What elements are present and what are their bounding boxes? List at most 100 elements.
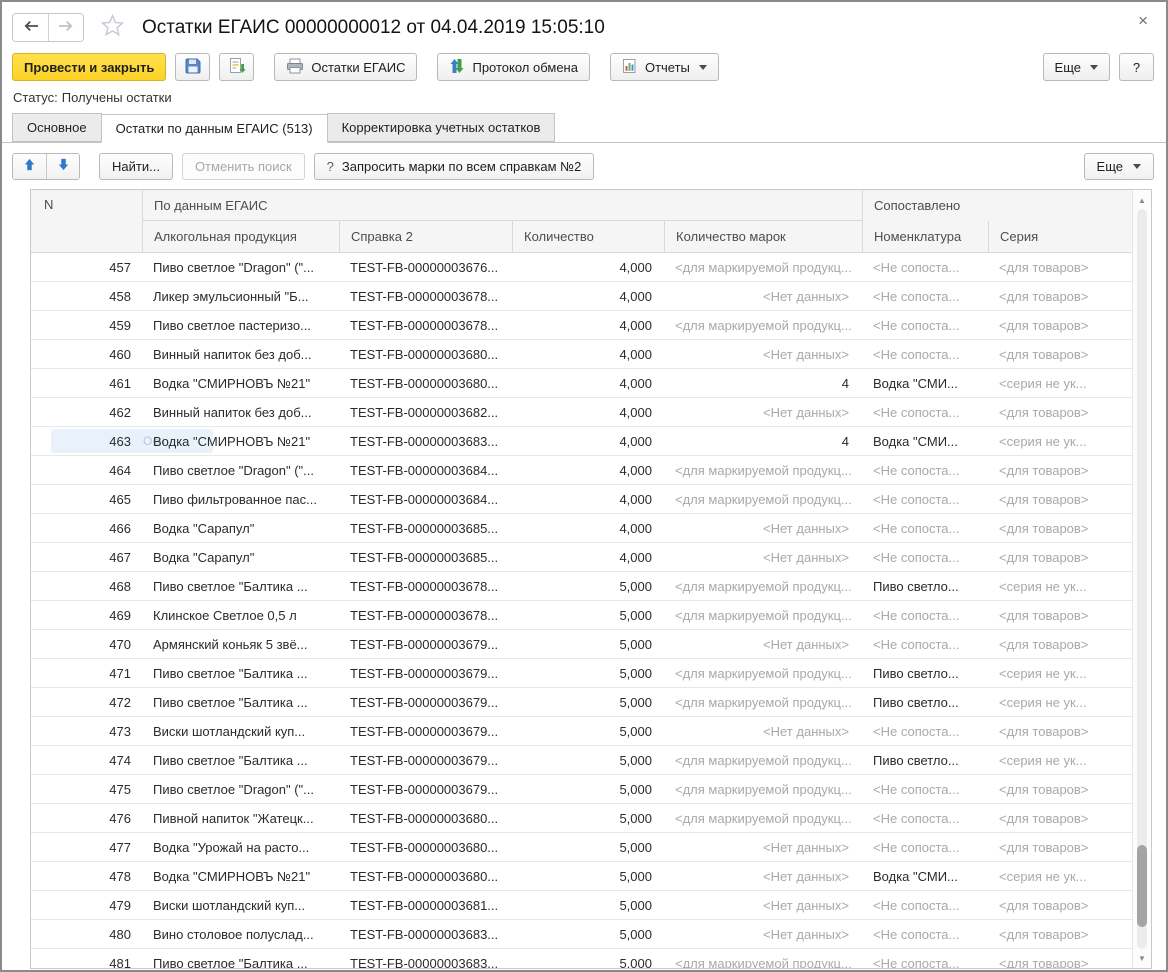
cell-nomenclature[interactable]: Водка "СМИ... (863, 869, 989, 884)
cell-quantity[interactable]: 4,000 (513, 521, 665, 536)
back-button[interactable] (13, 14, 48, 41)
cell-n[interactable]: 478 (31, 869, 143, 884)
cell-spravka2[interactable]: TEST-FB-00000003679... (340, 782, 513, 797)
cell-series[interactable]: <для товаров> (989, 318, 1133, 333)
cell-product[interactable]: Пиво светлое "Dragon" ("... (143, 782, 340, 797)
find-button[interactable]: Найти... (99, 153, 173, 180)
cell-series[interactable]: <для товаров> (989, 724, 1133, 739)
cell-series[interactable]: <для товаров> (989, 347, 1133, 362)
cell-quantity[interactable]: 4,000 (513, 434, 665, 449)
header-col-marks[interactable]: Количество марок (665, 221, 863, 252)
cell-n[interactable]: 475 (31, 782, 143, 797)
cell-spravka2[interactable]: TEST-FB-00000003685... (340, 521, 513, 536)
cell-product[interactable]: Пиво светлое "Балтика ... (143, 666, 340, 681)
cell-nomenclature[interactable]: Водка "СМИ... (863, 434, 989, 449)
cell-n[interactable]: 470 (31, 637, 143, 652)
header-col-spravka2[interactable]: Справка 2 (340, 221, 513, 252)
cell-product[interactable]: Пиво светлое "Балтика ... (143, 753, 340, 768)
cell-spravka2[interactable]: TEST-FB-00000003676... (340, 260, 513, 275)
more-button-grid[interactable]: Еще (1083, 153, 1154, 180)
cell-spravka2[interactable]: TEST-FB-00000003683... (340, 434, 513, 449)
cell-marks[interactable]: <для маркируемой продукц... (665, 579, 863, 594)
cell-spravka2[interactable]: TEST-FB-00000003679... (340, 724, 513, 739)
cell-product[interactable]: Водка "СМИРНОВЪ №21" (143, 376, 340, 391)
cell-nomenclature[interactable]: <Не сопоста... (863, 840, 989, 855)
cell-series[interactable]: <серия не ук... (989, 666, 1133, 681)
table-row[interactable]: 457 Пиво светлое "Dragon" ("... TEST-FB-00… (31, 253, 1133, 282)
cell-spravka2[interactable]: TEST-FB-00000003679... (340, 637, 513, 652)
cell-n[interactable]: 457 (31, 260, 143, 275)
header-col-nomenclature[interactable]: Номенклатура (863, 221, 989, 252)
cell-n[interactable]: 480 (31, 927, 143, 942)
cell-product[interactable]: Винный напиток без доб... (143, 347, 340, 362)
table-row[interactable]: 473 Виски шотландский куп... TEST-FB-00000… (31, 717, 1133, 746)
cell-marks[interactable]: <Нет данных> (665, 347, 863, 362)
cell-spravka2[interactable]: TEST-FB-00000003678... (340, 608, 513, 623)
table-row[interactable]: 470 Армянский коньяк 5 звё... TEST-FB-0000… (31, 630, 1133, 659)
table-row[interactable]: 464 Пиво светлое "Dragon" ("... TEST-FB-00… (31, 456, 1133, 485)
cell-quantity[interactable]: 4,000 (513, 260, 665, 275)
cell-n[interactable]: 476 (31, 811, 143, 826)
exchange-protocol-button[interactable]: Протокол обмена (437, 53, 590, 81)
cell-spravka2[interactable]: TEST-FB-00000003680... (340, 869, 513, 884)
cell-spravka2[interactable]: TEST-FB-00000003684... (340, 463, 513, 478)
table-row[interactable]: 469 Клинское Светлое 0,5 л TEST-FB-0000000… (31, 601, 1133, 630)
cell-quantity[interactable]: 5,000 (513, 782, 665, 797)
cell-n[interactable]: 465 (31, 492, 143, 507)
cell-quantity[interactable]: 5,000 (513, 840, 665, 855)
header-n[interactable]: N (31, 190, 143, 252)
cell-spravka2[interactable]: TEST-FB-00000003680... (340, 347, 513, 362)
table-row[interactable]: 480 Вино столовое полуслад... TEST-FB-0000… (31, 920, 1133, 949)
cell-marks[interactable]: <Нет данных> (665, 898, 863, 913)
scrollbar-thumb[interactable] (1137, 845, 1147, 927)
cell-n[interactable]: 463 (31, 434, 143, 449)
cell-nomenclature[interactable]: <Не сопоста... (863, 550, 989, 565)
cell-quantity[interactable]: 4,000 (513, 463, 665, 478)
cell-nomenclature[interactable]: <Не сопоста... (863, 637, 989, 652)
cell-marks[interactable]: <для маркируемой продукц... (665, 260, 863, 275)
cell-marks[interactable]: <Нет данных> (665, 289, 863, 304)
cell-quantity[interactable]: 4,000 (513, 492, 665, 507)
table-row[interactable]: 459 Пиво светлое пастеризо... TEST-FB-0000… (31, 311, 1133, 340)
cell-series[interactable]: <для товаров> (989, 550, 1133, 565)
cell-product[interactable]: Пиво светлое "Балтика ... (143, 695, 340, 710)
cell-nomenclature[interactable]: Водка "СМИ... (863, 376, 989, 391)
cell-nomenclature[interactable]: Пиво светло... (863, 695, 989, 710)
table-row[interactable]: 471 Пиво светлое "Балтика ... TEST-FB-0000… (31, 659, 1133, 688)
cell-spravka2[interactable]: TEST-FB-00000003684... (340, 492, 513, 507)
cell-n[interactable]: 468 (31, 579, 143, 594)
cell-series[interactable]: <серия не ук... (989, 579, 1133, 594)
help-button[interactable]: ? (1119, 53, 1154, 81)
cell-marks[interactable]: <Нет данных> (665, 521, 863, 536)
cell-series[interactable]: <для товаров> (989, 637, 1133, 652)
cell-quantity[interactable]: 5,000 (513, 579, 665, 594)
cell-marks[interactable]: <для маркируемой продукц... (665, 463, 863, 478)
table-row[interactable]: 460 Винный напиток без доб... TEST-FB-0000… (31, 340, 1133, 369)
cell-n[interactable]: 469 (31, 608, 143, 623)
cell-quantity[interactable]: 4,000 (513, 347, 665, 362)
move-down-button[interactable] (46, 154, 79, 179)
more-button-form[interactable]: Еще (1042, 53, 1110, 81)
cell-marks[interactable]: <для маркируемой продукц... (665, 956, 863, 969)
cell-marks[interactable]: <для маркируемой продукц... (665, 695, 863, 710)
cell-marks[interactable]: 4 (665, 376, 863, 391)
cell-marks[interactable]: 4 (665, 434, 863, 449)
cell-product[interactable]: Пивной напиток "Жатецк... (143, 811, 340, 826)
cell-nomenclature[interactable]: <Не сопоста... (863, 260, 989, 275)
table-row[interactable]: 478 Водка "СМИРНОВЪ №21" TEST-FB-000000036… (31, 862, 1133, 891)
cell-n[interactable]: 471 (31, 666, 143, 681)
cell-nomenclature[interactable]: <Не сопоста... (863, 492, 989, 507)
cell-spravka2[interactable]: TEST-FB-00000003679... (340, 666, 513, 681)
reports-button[interactable]: Отчеты (609, 53, 719, 81)
table-row[interactable]: 458 Ликер эмульсионный "Б... TEST-FB-00000… (31, 282, 1133, 311)
cell-n[interactable]: 459 (31, 318, 143, 333)
cell-nomenclature[interactable]: <Не сопоста... (863, 521, 989, 536)
cell-series[interactable]: <серия не ук... (989, 434, 1133, 449)
cell-nomenclature[interactable]: <Не сопоста... (863, 347, 989, 362)
cell-marks[interactable]: <для маркируемой продукц... (665, 492, 863, 507)
cell-nomenclature[interactable]: <Не сопоста... (863, 782, 989, 797)
header-col-quantity[interactable]: Количество (513, 221, 665, 252)
scroll-down-button[interactable]: ▼ (1133, 950, 1151, 966)
table-row[interactable]: 479 Виски шотландский куп... TEST-FB-00000… (31, 891, 1133, 920)
cell-n[interactable]: 464 (31, 463, 143, 478)
